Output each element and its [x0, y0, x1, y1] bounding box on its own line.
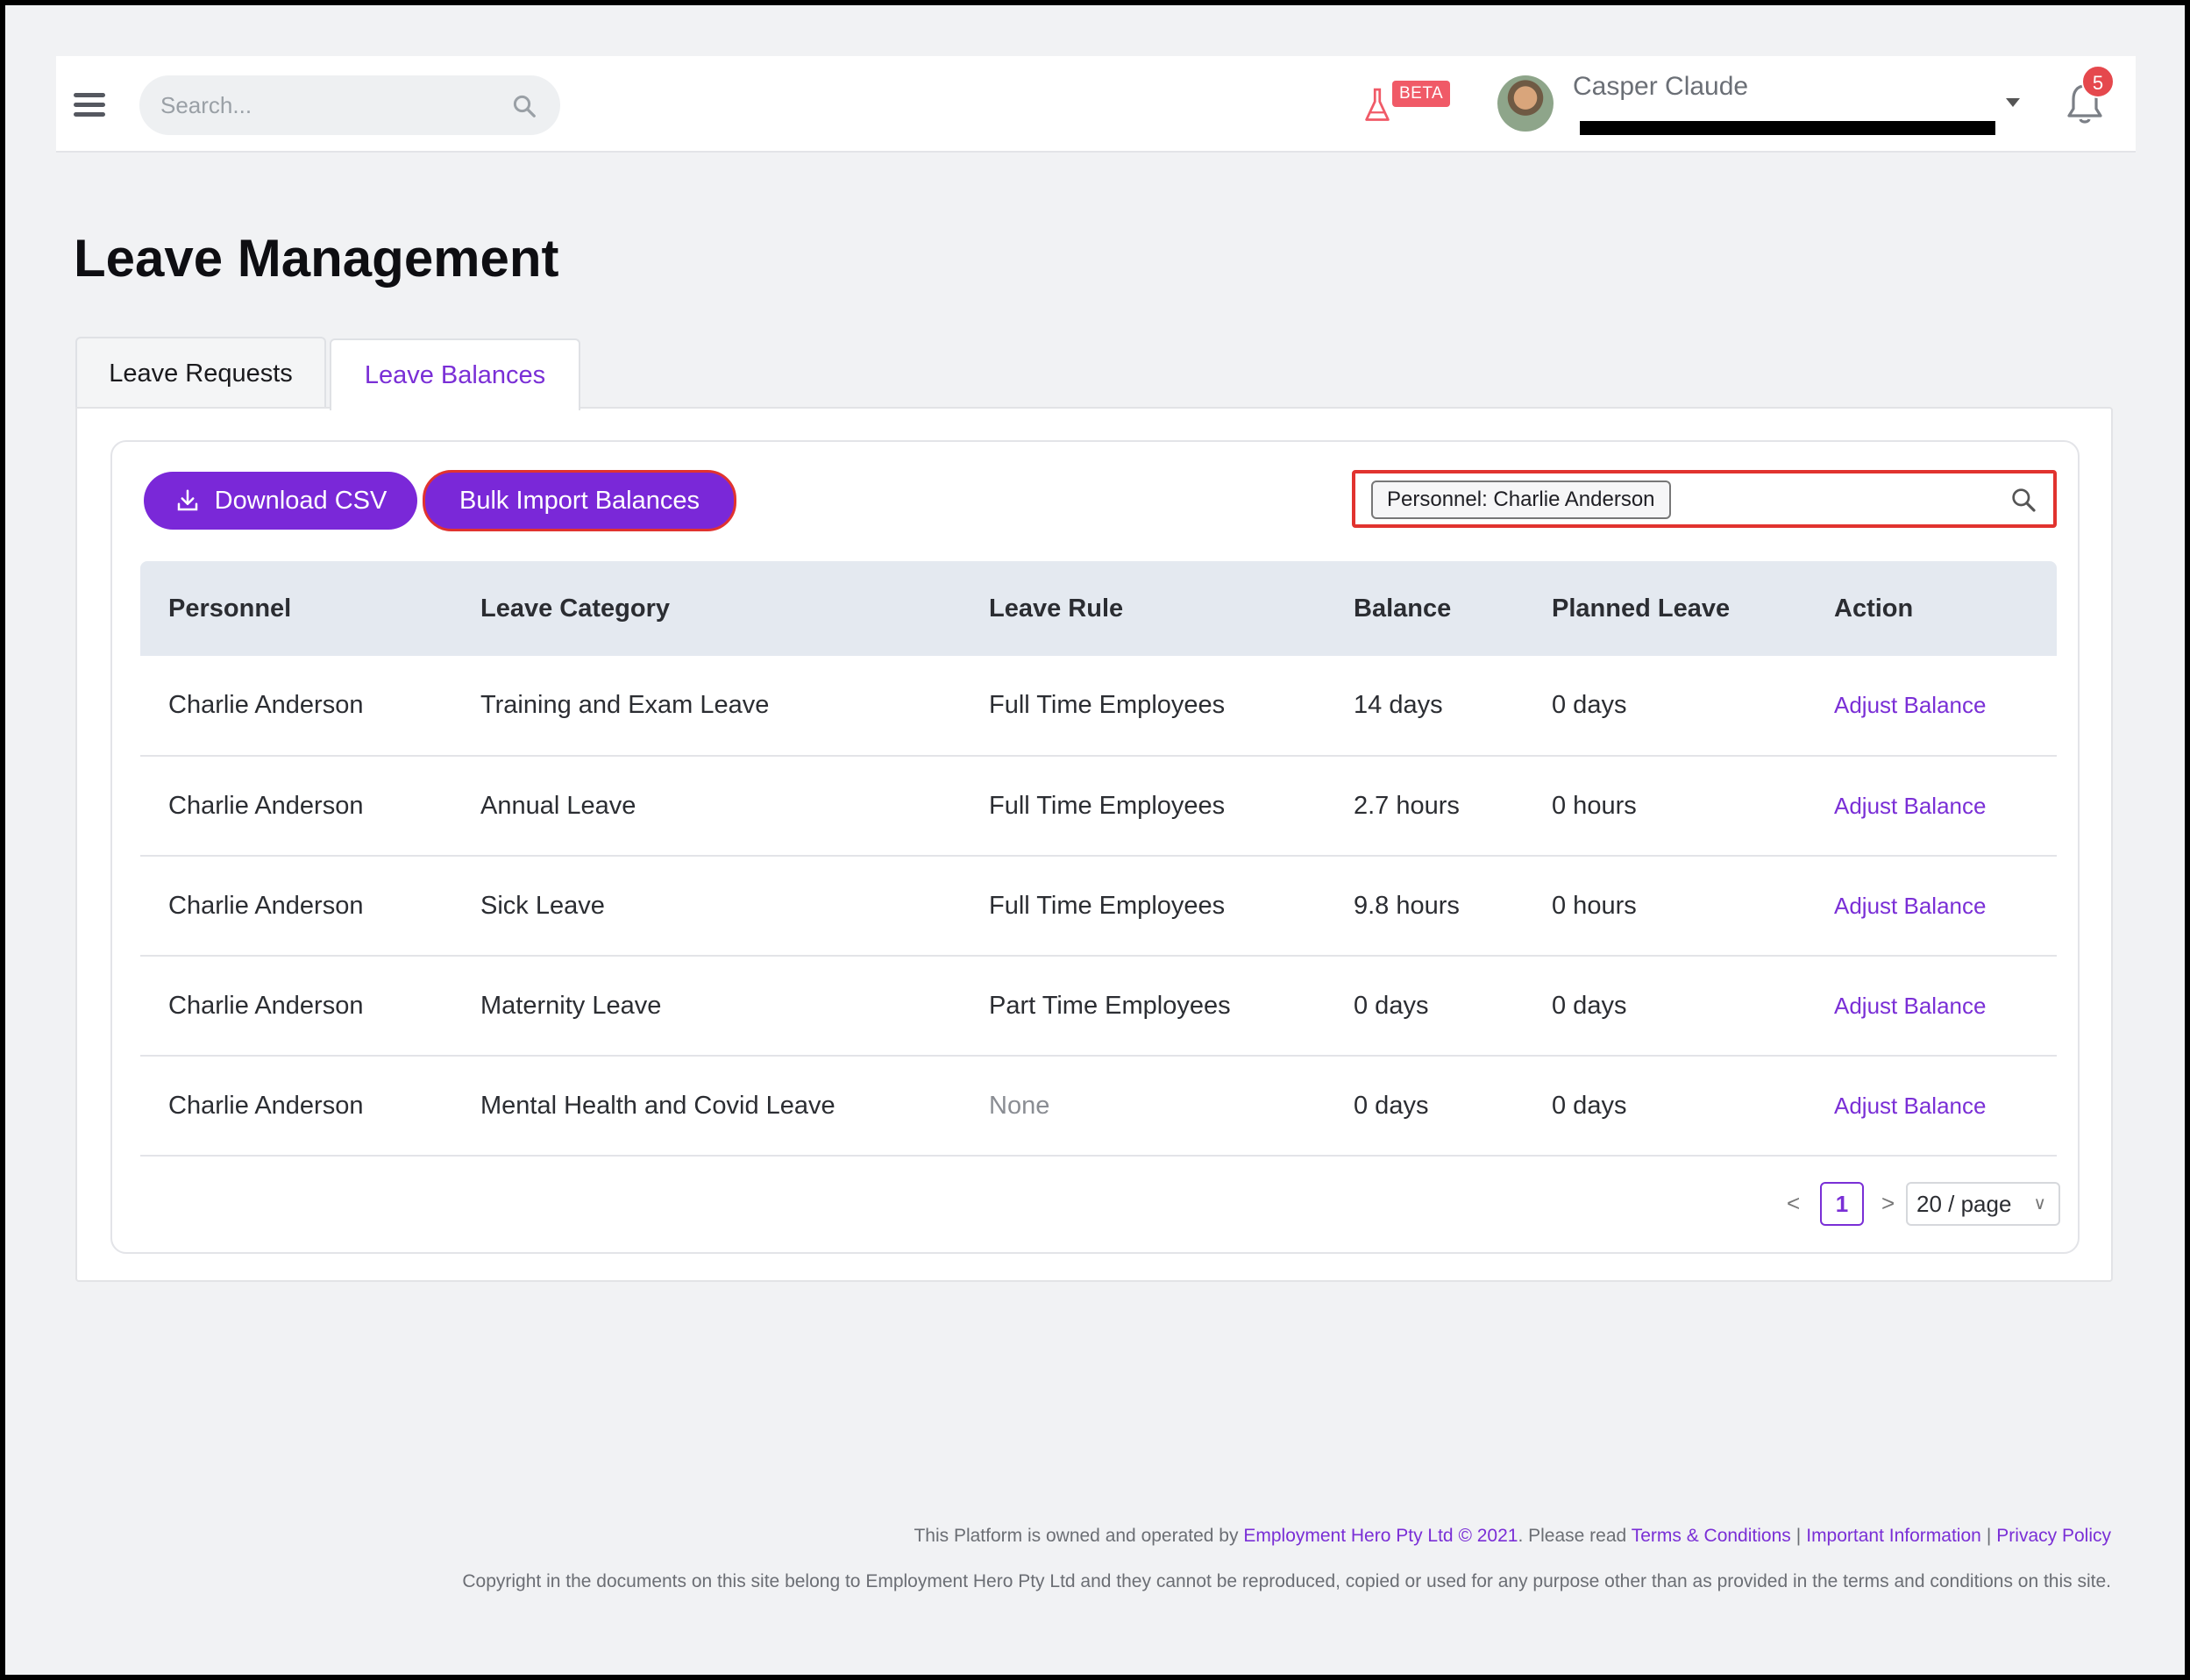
cell-action: Adjust Balance — [1806, 656, 2057, 757]
chevron-down-icon: ∨ — [2033, 1194, 2046, 1214]
adjust-balance-link[interactable]: Adjust Balance — [1834, 692, 1986, 718]
cell-planned-leave: 0 hours — [1524, 856, 1806, 957]
table-row: Charlie Anderson Mental Health and Covid… — [140, 1056, 2057, 1157]
cell-action: Adjust Balance — [1806, 956, 2057, 1057]
divider: | — [1986, 1526, 1992, 1546]
company-link[interactable]: Employment Hero Pty Ltd © 2021 — [1243, 1526, 1518, 1546]
menu-icon[interactable] — [74, 93, 105, 117]
cell-leave-rule: None — [961, 1056, 1326, 1157]
footer-copyright: Copyright in the documents on this site … — [462, 1571, 2111, 1591]
cell-leave-rule: Full Time Employees — [961, 856, 1326, 957]
column-header-leave-rule[interactable]: Leave Rule — [961, 561, 1326, 656]
cell-action: Adjust Balance — [1806, 756, 2057, 857]
tab-content-panel: Download CSV Bulk Import Balances Person… — [75, 407, 2113, 1282]
cell-leave-rule: Full Time Employees — [961, 656, 1326, 757]
balances-card: Download CSV Bulk Import Balances Person… — [110, 440, 2080, 1254]
cell-planned-leave: 0 days — [1524, 1056, 1806, 1157]
footer-please-read: . Please read — [1518, 1526, 1627, 1546]
adjust-balance-link[interactable]: Adjust Balance — [1834, 893, 1986, 919]
global-search — [139, 75, 560, 135]
table-header-row: Personnel Leave Category Leave Rule Bala… — [140, 561, 2057, 656]
flask-icon — [1365, 88, 1390, 121]
cell-balance: 0 days — [1326, 1056, 1524, 1157]
cell-action: Adjust Balance — [1806, 856, 2057, 957]
cell-balance: 14 days — [1326, 656, 1524, 757]
adjust-balance-link[interactable]: Adjust Balance — [1834, 993, 1986, 1019]
cell-planned-leave: 0 hours — [1524, 756, 1806, 857]
tab-leave-requests[interactable]: Leave Requests — [75, 337, 326, 409]
cell-leave-category: Mental Health and Covid Leave — [452, 1056, 961, 1157]
notification-badge: 5 — [2081, 65, 2115, 98]
column-header-action: Action — [1834, 594, 1914, 623]
cell-leave-category: Annual Leave — [452, 756, 961, 857]
cell-balance: 9.8 hours — [1326, 856, 1524, 957]
page-title: Leave Management — [74, 229, 559, 288]
cell-personnel: Charlie Anderson — [140, 1056, 452, 1157]
cell-planned-leave: 0 days — [1524, 956, 1806, 1057]
table-row: Charlie Anderson Sick Leave Full Time Em… — [140, 856, 2057, 957]
search-icon[interactable] — [511, 93, 537, 119]
cell-action: Adjust Balance — [1806, 1056, 2057, 1157]
beta-indicator[interactable]: BETA — [1362, 79, 1459, 123]
divider: | — [1795, 1526, 1802, 1546]
cell-balance: 2.7 hours — [1326, 756, 1524, 857]
redacted-email — [1580, 121, 1995, 135]
terms-link[interactable]: Terms & Conditions — [1632, 1526, 1791, 1546]
cell-personnel: Charlie Anderson — [140, 956, 452, 1057]
column-header-balance[interactable]: Balance — [1326, 561, 1524, 656]
table-row: Charlie Anderson Annual Leave Full Time … — [140, 756, 2057, 857]
table-row: Charlie Anderson Maternity Leave Part Ti… — [140, 956, 2057, 1057]
personnel-filter-input[interactable]: Personnel: Charlie Anderson — [1352, 470, 2057, 528]
tab-leave-balances[interactable]: Leave Balances — [330, 338, 580, 410]
pagination-prev-button[interactable]: < — [1787, 1190, 1800, 1217]
download-csv-label: Download CSV — [214, 486, 388, 515]
cell-leave-category: Maternity Leave — [452, 956, 961, 1057]
download-csv-button[interactable]: Download CSV — [144, 472, 417, 530]
adjust-balance-link[interactable]: Adjust Balance — [1834, 793, 1986, 819]
column-header-planned-leave[interactable]: Planned Leave — [1524, 561, 1806, 656]
page-size-select[interactable]: 20 / page ∨ — [1906, 1182, 2060, 1226]
cell-leave-category: Sick Leave — [452, 856, 961, 957]
table-row: Charlie Anderson Training and Exam Leave… — [140, 656, 2057, 757]
cell-personnel: Charlie Anderson — [140, 856, 452, 957]
cell-leave-rule: Full Time Employees — [961, 756, 1326, 857]
bulk-import-balances-button[interactable]: Bulk Import Balances — [423, 470, 736, 531]
footer-owned-text: This Platform is owned and operated by — [914, 1526, 1239, 1546]
cell-planned-leave: 0 days — [1524, 656, 1806, 757]
column-header-leave-category[interactable]: Leave Category — [452, 561, 961, 656]
important-info-link[interactable]: Important Information — [1806, 1526, 1981, 1546]
app-window: BETA Casper Claude 5 Leave Management Le… — [5, 5, 2185, 1675]
pagination-page-1[interactable]: 1 — [1820, 1182, 1864, 1226]
download-icon — [177, 489, 197, 511]
beta-badge: BETA — [1392, 81, 1451, 107]
cell-leave-category: Training and Exam Leave — [452, 656, 961, 757]
cell-leave-rule: Part Time Employees — [961, 956, 1326, 1057]
cell-personnel: Charlie Anderson — [140, 756, 452, 857]
search-input[interactable] — [139, 75, 560, 135]
filter-chip[interactable]: Personnel: Charlie Anderson — [1371, 481, 1671, 519]
cell-balance: 0 days — [1326, 956, 1524, 1057]
top-header: BETA Casper Claude 5 — [56, 56, 2136, 153]
cell-personnel: Charlie Anderson — [140, 656, 452, 757]
footer-ownership: This Platform is owned and operated by E… — [914, 1526, 2111, 1547]
user-name[interactable]: Casper Claude — [1573, 72, 1748, 102]
pagination-next-button[interactable]: > — [1881, 1190, 1895, 1217]
page-size-value: 20 / page — [1916, 1191, 2012, 1217]
leave-balances-table: Personnel Leave Category Leave Rule Bala… — [140, 561, 2057, 1157]
avatar[interactable] — [1497, 75, 1554, 132]
privacy-link[interactable]: Privacy Policy — [1996, 1526, 2111, 1546]
adjust-balance-link[interactable]: Adjust Balance — [1834, 1093, 1986, 1119]
chevron-down-icon[interactable] — [2006, 98, 2020, 107]
search-icon[interactable] — [2009, 486, 2037, 514]
column-header-personnel[interactable]: Personnel — [140, 561, 452, 656]
